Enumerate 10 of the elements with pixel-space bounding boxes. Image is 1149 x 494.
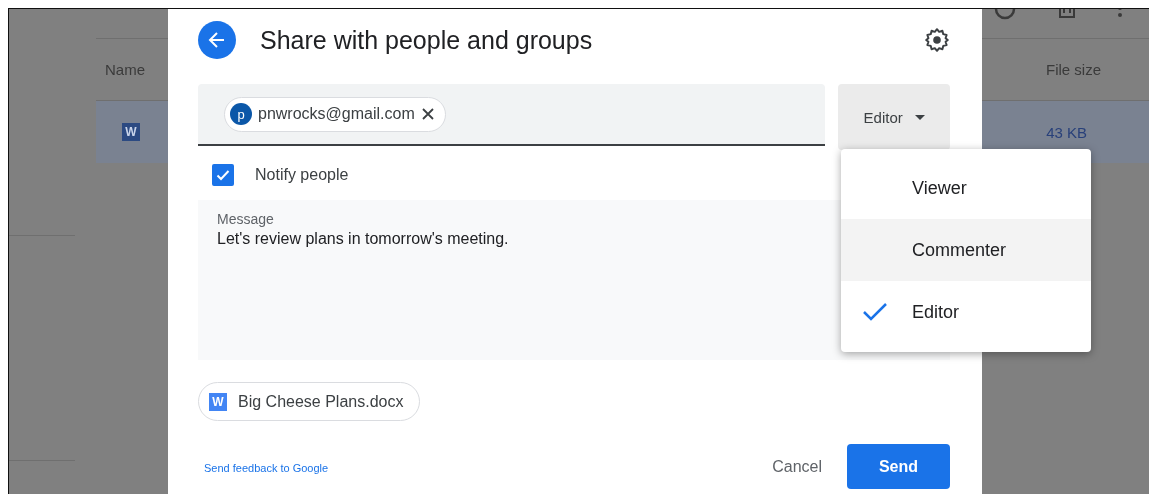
message-text: Let's review plans in tomorrow's meeting. bbox=[217, 230, 510, 248]
recipient-email: pnwrocks@gmail.com bbox=[258, 105, 415, 123]
notify-label: Notify people bbox=[255, 166, 349, 184]
avatar-icon: p bbox=[230, 103, 252, 125]
file-size: 43 KB bbox=[1046, 123, 1087, 141]
word-file-icon: W bbox=[122, 123, 140, 141]
message-label: Message bbox=[217, 211, 275, 227]
dialog-title: Share with people and groups bbox=[260, 25, 593, 55]
attachment-name: Big Cheese Plans.docx bbox=[238, 392, 404, 411]
word-file-icon: W bbox=[209, 392, 227, 411]
